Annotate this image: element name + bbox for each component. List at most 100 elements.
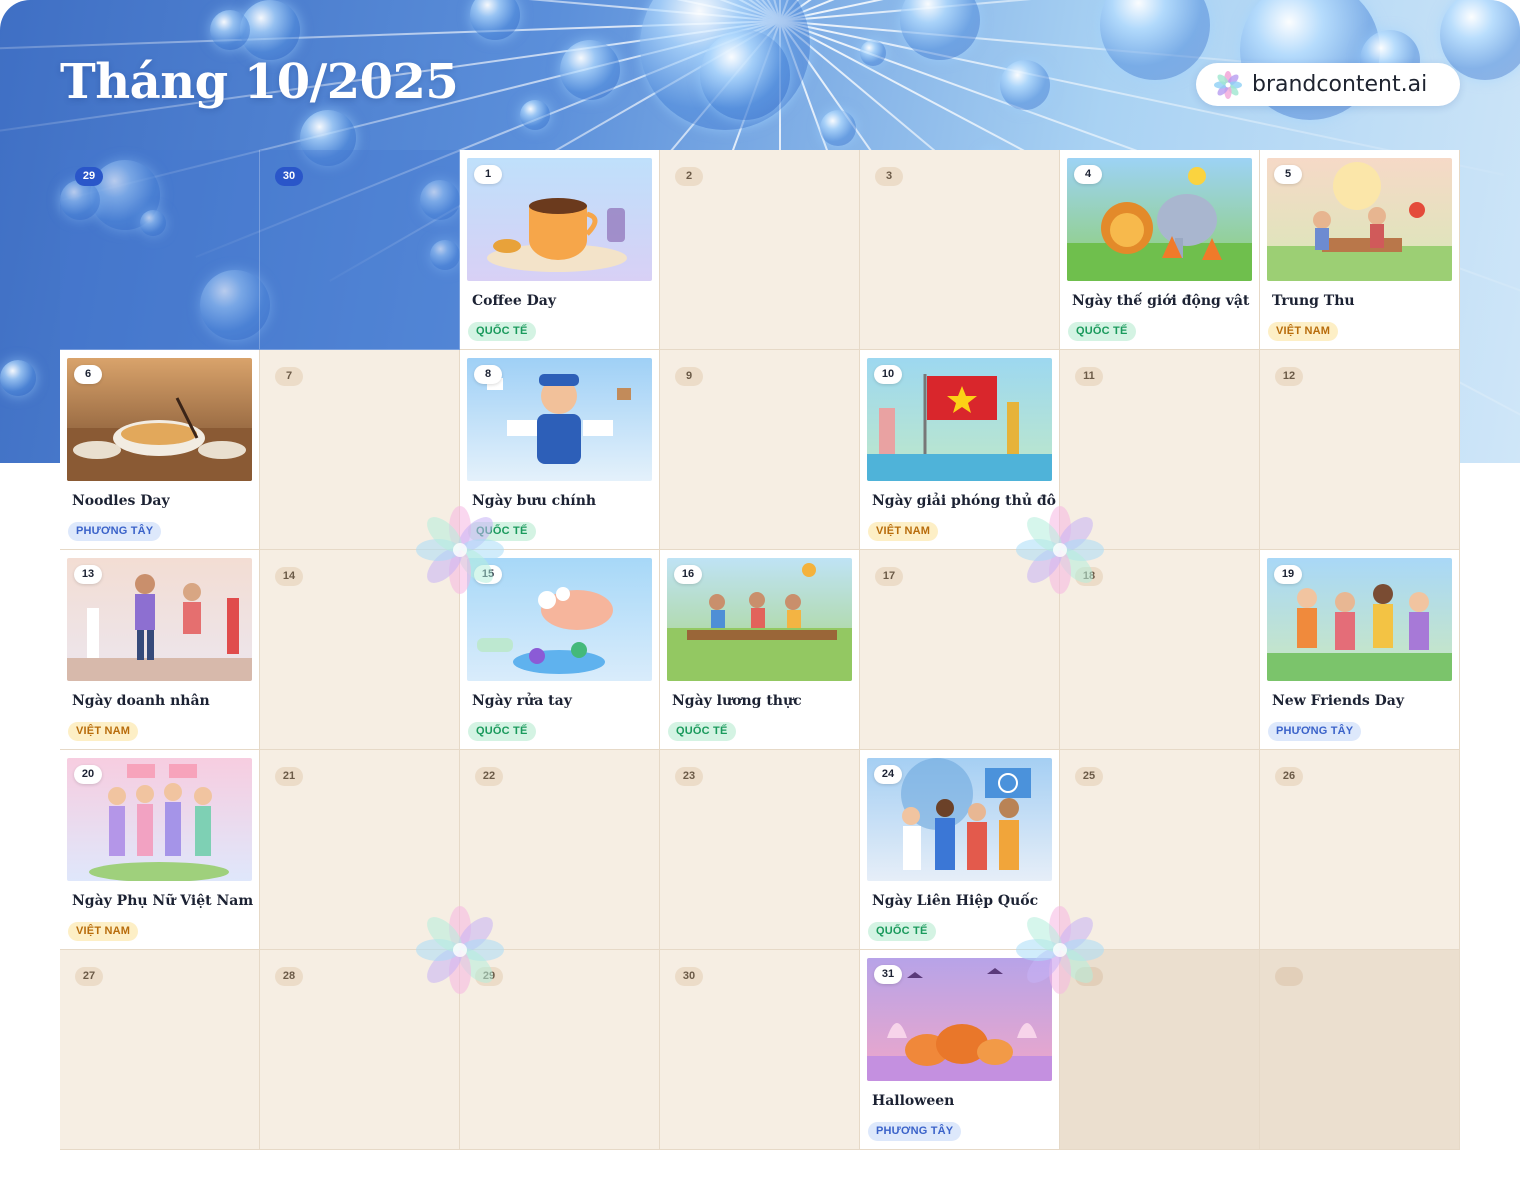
day-number: 6 [74,365,102,384]
day-number: 14 [275,567,303,586]
calendar-day-cell[interactable]: 17 [860,550,1060,750]
event-name[interactable]: Ngày thế giới động vật [1072,293,1254,309]
event-category-tag: VIỆT NAM [68,722,139,741]
event-name[interactable]: Coffee Day [472,293,654,309]
event-name[interactable]: Trung Thu [1272,293,1454,309]
glass-bubble [0,360,36,396]
day-number: 1 [1075,967,1103,986]
day-number: 26 [1275,767,1303,786]
calendar-day-cell[interactable]: 20 Ngày Phụ Nữ Việt Nam VIỆT NAM [60,750,260,950]
event-category-tag: VIỆT NAM [868,522,939,541]
calendar-day-cell[interactable]: 15 Ngày rửa tay QUỐC TẾ [460,550,660,750]
glass-bubble [560,40,620,100]
event-name[interactable]: Ngày doanh nhân [72,693,254,709]
event-category-tag: QUỐC TẾ [468,322,536,341]
calendar-day-cell[interactable]: 19 New Friends Day PHƯƠNG TÂY [1260,550,1460,750]
calendar-day-cell[interactable]: 18 [1060,550,1260,750]
day-number: 5 [1274,165,1302,184]
calendar-day-cell[interactable]: 24 Ngày Liên Hiệp Quốc QUỐC TẾ [860,750,1060,950]
flower-logo-icon [1214,70,1242,99]
glass-bubble [1000,60,1050,110]
day-number: 15 [474,565,502,584]
calendar-day-cell[interactable]: 14 [260,550,460,750]
day-number: 12 [1275,367,1303,386]
event-category-tag: PHƯƠNG TÂY [868,1122,962,1141]
calendar-day-cell[interactable]: 3 [860,150,1060,350]
day-number: 11 [1075,367,1103,386]
event-name[interactable]: Ngày lương thực [672,693,854,709]
day-number: 30 [275,167,303,186]
calendar-day-cell[interactable]: 12 [1260,350,1460,550]
glass-bubble [210,10,250,50]
calendar-day-cell[interactable]: 13 Ngày doanh nhân VIỆT NAM [60,550,260,750]
calendar-day-cell[interactable]: 2 [660,150,860,350]
event-name[interactable]: Ngày rửa tay [472,693,654,709]
event-category-tag: QUỐC TẾ [468,722,536,741]
day-number: 17 [875,567,903,586]
glass-bubble [820,110,856,146]
calendar-grid: 29 30 1 Coffee Day QUỐC TẾ 2 3 4 Ngày thế giới đ… [60,150,1460,1150]
glass-bubble [700,30,790,120]
event-name[interactable]: Noodles Day [72,493,254,509]
day-number: 21 [275,767,303,786]
glass-bubble [860,40,886,66]
page-title: Tháng 10/2025 [60,54,459,110]
event-category-tag: PHƯƠNG TÂY [1268,722,1362,741]
calendar-day-cell[interactable]: 8 Ngày bưu chính QUỐC TẾ [460,350,660,550]
calendar-day-cell[interactable]: 22 [460,750,660,950]
event-category-tag: QUỐC TẾ [468,522,536,541]
day-number: 10 [874,365,902,384]
day-number: 8 [474,365,502,384]
calendar-day-cell[interactable]: 5 Trung Thu VIỆT NAM [1260,150,1460,350]
calendar-day-cell[interactable]: 21 [260,750,460,950]
calendar-day-cell[interactable]: 28 [260,950,460,1150]
day-number: 2 [675,167,703,186]
calendar-day-cell[interactable]: 2 [1260,950,1460,1150]
brand-name: brandcontent.ai [1252,72,1428,97]
event-category-tag: VIỆT NAM [68,922,139,941]
calendar-day-cell[interactable]: 9 [660,350,860,550]
calendar-day-cell[interactable]: 4 Ngày thế giới động vật QUỐC TẾ [1060,150,1260,350]
calendar-day-cell[interactable]: 26 [1260,750,1460,950]
day-number: 22 [475,767,503,786]
calendar-day-cell[interactable]: 29 [60,150,260,350]
calendar-day-cell[interactable]: 31 Halloween PHƯƠNG TÂY [860,950,1060,1150]
day-number: 28 [275,967,303,986]
calendar-day-cell[interactable]: 16 Ngày lương thực QUỐC TẾ [660,550,860,750]
calendar-day-cell[interactable]: 1 Coffee Day QUỐC TẾ [460,150,660,350]
day-number: 27 [75,967,103,986]
day-number: 16 [674,565,702,584]
calendar-day-cell[interactable]: 29 [460,950,660,1150]
calendar-day-cell[interactable]: 23 [660,750,860,950]
day-number: 2 [1275,967,1303,986]
event-name[interactable]: Ngày Phụ Nữ Việt Nam [72,893,254,909]
event-name[interactable]: New Friends Day [1272,693,1454,709]
day-number: 29 [475,967,503,986]
calendar-day-cell[interactable]: 30 [260,150,460,350]
calendar-day-cell[interactable]: 30 [660,950,860,1150]
event-name[interactable]: Ngày bưu chính [472,493,654,509]
day-number: 24 [874,765,902,784]
day-number: 31 [874,965,902,984]
event-category-tag: QUỐC TẾ [668,722,736,741]
calendar-day-cell[interactable]: 10 Ngày giải phóng thủ đô VIỆT NAM [860,350,1060,550]
event-name[interactable]: Halloween [872,1093,1054,1109]
calendar-day-cell[interactable]: 1 [1060,950,1260,1150]
event-category-tag: VIỆT NAM [1268,322,1339,341]
day-number: 30 [675,967,703,986]
calendar-day-cell[interactable]: 25 [1060,750,1260,950]
event-name[interactable]: Ngày giải phóng thủ đô [872,493,1056,509]
brand-badge[interactable]: brandcontent.ai [1196,63,1460,106]
glass-bubble [900,0,980,60]
calendar-day-cell[interactable]: 11 [1060,350,1260,550]
glass-bubble [520,100,550,130]
day-number: 1 [474,165,502,184]
day-number: 19 [1274,565,1302,584]
calendar-day-cell[interactable]: 7 [260,350,460,550]
calendar-day-cell[interactable]: 6 Noodles Day PHƯƠNG TÂY [60,350,260,550]
day-number: 23 [675,767,703,786]
event-name[interactable]: Ngày Liên Hiệp Quốc [872,893,1054,909]
calendar-day-cell[interactable]: 27 [60,950,260,1150]
day-number: 7 [275,367,303,386]
event-category-tag: QUỐC TẾ [868,922,936,941]
